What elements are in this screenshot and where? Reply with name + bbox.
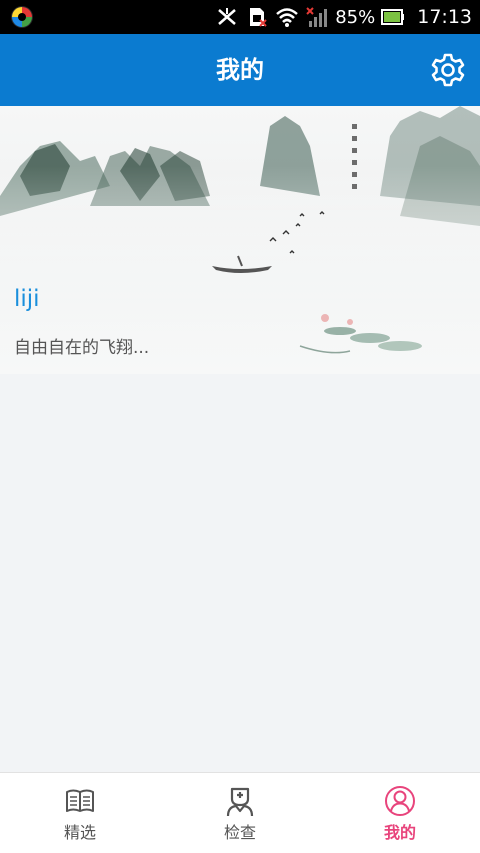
signal-icon	[306, 7, 328, 27]
app-header: 我的	[0, 34, 480, 106]
settings-gear-icon[interactable]	[430, 52, 466, 88]
nav-label-checkup: 检查	[223, 823, 256, 842]
username[interactable]: liji	[14, 286, 40, 312]
content-area	[0, 374, 480, 772]
profile-banner: liji 自由自在的飞翔...	[0, 106, 480, 374]
nav-item-checkup[interactable]: 检查	[160, 773, 320, 853]
nav-item-featured[interactable]: 精选	[0, 773, 160, 853]
clock: 17:13	[417, 6, 472, 28]
battery-icon	[381, 9, 405, 25]
nav-item-mine[interactable]: 我的	[320, 773, 480, 853]
page-title: 我的	[216, 56, 264, 84]
sim-icon	[250, 8, 267, 27]
nav-label-mine: 我的	[383, 823, 416, 842]
wifi-icon	[276, 8, 299, 27]
book-icon	[66, 789, 94, 812]
user-signature: 自由自在的飞翔...	[14, 338, 150, 358]
bottom-navigation: 精选 检查 我的	[0, 772, 480, 853]
nfc-off-icon	[218, 8, 237, 25]
nav-label-featured: 精选	[63, 823, 96, 842]
status-bar: 85% 17:13	[0, 0, 480, 34]
battery-percentage: 85%	[335, 6, 376, 28]
app-notification-icon	[11, 6, 33, 28]
doctor-icon	[226, 787, 254, 817]
user-icon	[385, 786, 415, 816]
